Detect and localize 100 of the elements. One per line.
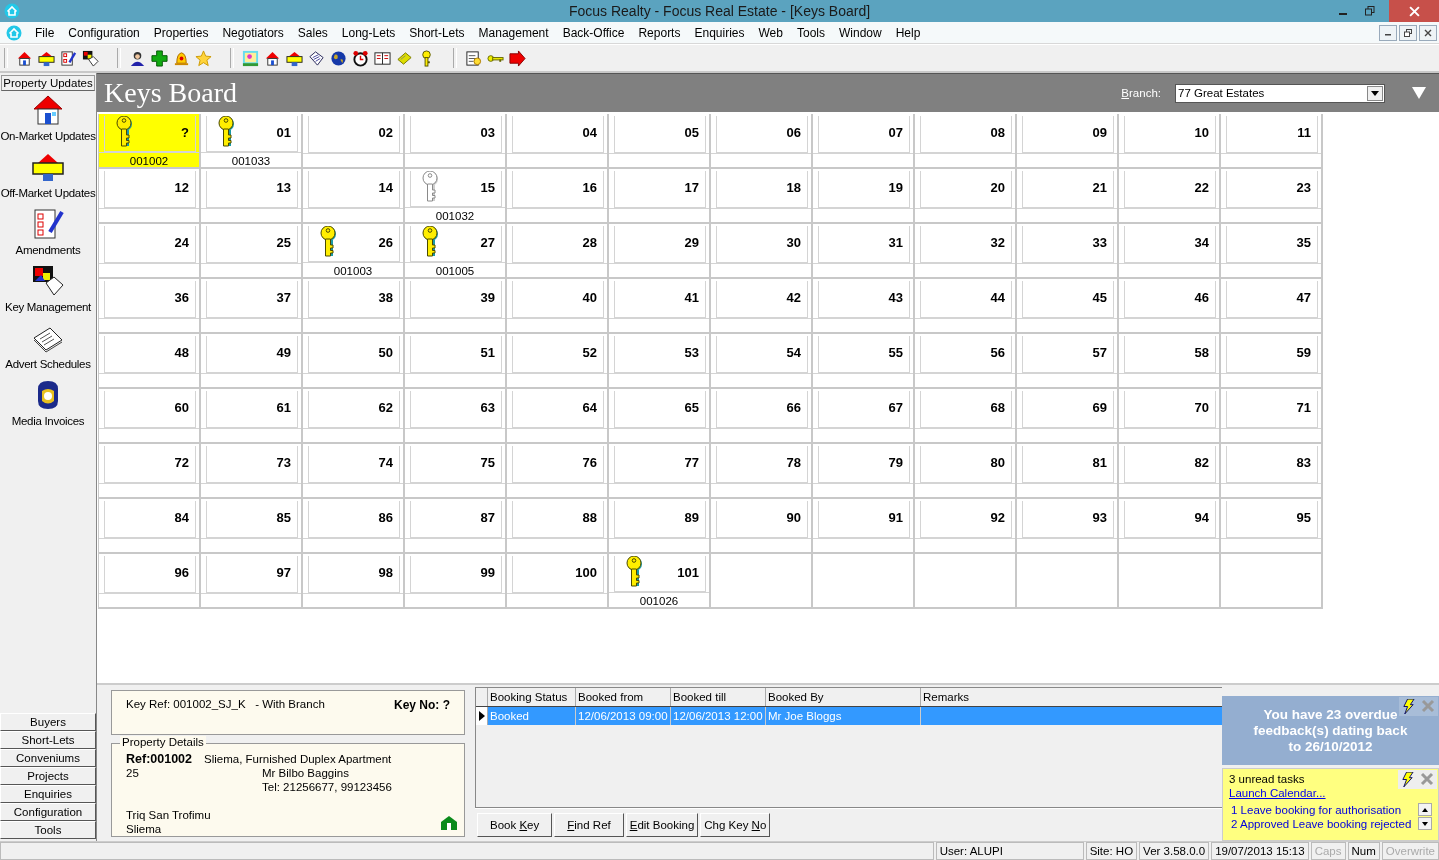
sold-sign-icon[interactable]	[38, 49, 55, 67]
key-slot[interactable]: 94	[1119, 499, 1221, 554]
key-slot[interactable]: 50	[303, 334, 405, 389]
key-slot[interactable]: 84	[99, 499, 201, 554]
key-slot[interactable]: 15 001032	[405, 169, 507, 224]
sidebar-tab[interactable]: Property Updates	[1, 75, 95, 91]
key-slot[interactable]: 26 001003	[303, 224, 405, 279]
branch-dropdown[interactable]: 77 Great Estates	[1175, 83, 1385, 103]
key-slot[interactable]: 70	[1119, 389, 1221, 444]
key-slot[interactable]: 57	[1017, 334, 1119, 389]
key-slot[interactable]: 23	[1221, 169, 1323, 224]
key-slot[interactable]: 16	[507, 169, 609, 224]
key-slot[interactable]: 96	[99, 554, 201, 609]
key-slot[interactable]: 72	[99, 444, 201, 499]
bell-icon[interactable]	[173, 49, 190, 67]
key-slot[interactable]: 28	[507, 224, 609, 279]
key-slot[interactable]: 30	[711, 224, 813, 279]
plus-icon[interactable]	[151, 49, 168, 67]
book-icon[interactable]	[374, 49, 391, 67]
sidebar-button[interactable]: Buyers	[0, 713, 96, 731]
key-slot[interactable]: 63	[405, 389, 507, 444]
booking-button[interactable]: Edit Booking	[625, 813, 699, 837]
key-slot[interactable]: 25	[201, 224, 303, 279]
star-icon[interactable]	[195, 49, 212, 67]
key-slot[interactable]: 78	[711, 444, 813, 499]
key-slot[interactable]: 10	[1119, 114, 1221, 169]
key-slot[interactable]: 88	[507, 499, 609, 554]
booking-button[interactable]: Book Key	[477, 813, 553, 837]
sidebar-item[interactable]: Off-Market Updates	[0, 187, 96, 199]
task-item[interactable]: 1 Leave booking for authorisation	[1231, 803, 1418, 817]
column-header[interactable]: Booked till	[671, 688, 766, 706]
sidebar-button[interactable]: Conveniums	[0, 749, 96, 767]
menu-item[interactable]: Negotiators	[215, 25, 291, 40]
key-slot[interactable]: 05	[609, 114, 711, 169]
launch-calendar-link[interactable]: Launch Calendar...	[1229, 786, 1326, 800]
key-slot[interactable]: 31	[813, 224, 915, 279]
key-slot[interactable]: 07	[813, 114, 915, 169]
sold-sign-icon[interactable]	[286, 49, 303, 67]
key-slot[interactable]: 95	[1221, 499, 1323, 554]
key-slot[interactable]: 58	[1119, 334, 1221, 389]
menu-item[interactable]: Properties	[146, 25, 216, 40]
sidebar-button[interactable]: Projects	[0, 767, 96, 785]
key-slot[interactable]: 27 001005	[405, 224, 507, 279]
sidebar-item[interactable]: Advert Schedules	[5, 358, 91, 370]
key-slot[interactable]: 19	[813, 169, 915, 224]
key-slot[interactable]: 64	[507, 389, 609, 444]
arrow-icon[interactable]	[509, 49, 526, 67]
key-slot[interactable]: 75	[405, 444, 507, 499]
sidebar-button[interactable]: Short-Lets	[0, 731, 96, 749]
key-slot[interactable]: 04	[507, 114, 609, 169]
key-slot[interactable]: 59	[1221, 334, 1323, 389]
column-header[interactable]: Booked By	[766, 688, 921, 706]
menu-item[interactable]: Reports	[631, 25, 688, 40]
booking-button[interactable]: Chg Key No	[700, 813, 771, 837]
image-icon[interactable]	[242, 49, 259, 67]
booking-button[interactable]: Find Ref	[554, 813, 624, 837]
key-slot[interactable]: 82	[1119, 444, 1221, 499]
key-slot[interactable]: 98	[303, 554, 405, 609]
key-slot[interactable]: 89	[609, 499, 711, 554]
key-slot[interactable]: 60	[99, 389, 201, 444]
house-icon[interactable]	[264, 49, 281, 67]
lightning-icon[interactable]	[1401, 772, 1414, 787]
key-slot[interactable]: 74	[303, 444, 405, 499]
key-slot[interactable]: 03	[405, 114, 507, 169]
key-slot[interactable]: 38	[303, 279, 405, 334]
menu-item[interactable]: Long-Lets	[334, 25, 403, 40]
key-slot[interactable]: 36	[99, 279, 201, 334]
tape-icon[interactable]	[396, 49, 413, 67]
task-item[interactable]: 2 Approved Leave booking rejected	[1231, 817, 1418, 831]
menu-item[interactable]: Window	[832, 25, 889, 40]
house-icon[interactable]	[16, 49, 33, 67]
key-slot[interactable]: 40	[507, 279, 609, 334]
key-slot[interactable]: 46	[1119, 279, 1221, 334]
key-slot[interactable]: 17	[609, 169, 711, 224]
key-slot[interactable]: 83	[1221, 444, 1323, 499]
document-icon[interactable]	[465, 49, 482, 67]
key-slot[interactable]: 68	[915, 389, 1017, 444]
key-slot[interactable]: 09	[1017, 114, 1119, 169]
key-slot[interactable]: 54	[711, 334, 813, 389]
person-icon[interactable]	[129, 49, 146, 67]
scroll-up-button[interactable]	[1418, 803, 1432, 816]
key-slot[interactable]: 34	[1119, 224, 1221, 279]
house-icon[interactable]	[32, 94, 64, 126]
key-slot[interactable]: 14	[303, 169, 405, 224]
close-button[interactable]	[1419, 24, 1437, 41]
key-slot[interactable]: 97	[201, 554, 303, 609]
key-slot[interactable]: 39	[405, 279, 507, 334]
key-slot[interactable]: 43	[813, 279, 915, 334]
globe-icon[interactable]	[330, 49, 347, 67]
key-slot[interactable]: 33	[1017, 224, 1119, 279]
menu-item[interactable]: Configuration	[61, 25, 147, 40]
menu-item[interactable]: Management	[471, 25, 556, 40]
key-slot[interactable]: 91	[813, 499, 915, 554]
key-slot[interactable]: 81	[1017, 444, 1119, 499]
key-slot[interactable]: 45	[1017, 279, 1119, 334]
menu-item[interactable]: Sales	[290, 25, 335, 40]
key-slot[interactable]: 93	[1017, 499, 1119, 554]
key-slot[interactable]: 06	[711, 114, 813, 169]
key-slot[interactable]: 61	[201, 389, 303, 444]
key-slot[interactable]: 99	[405, 554, 507, 609]
